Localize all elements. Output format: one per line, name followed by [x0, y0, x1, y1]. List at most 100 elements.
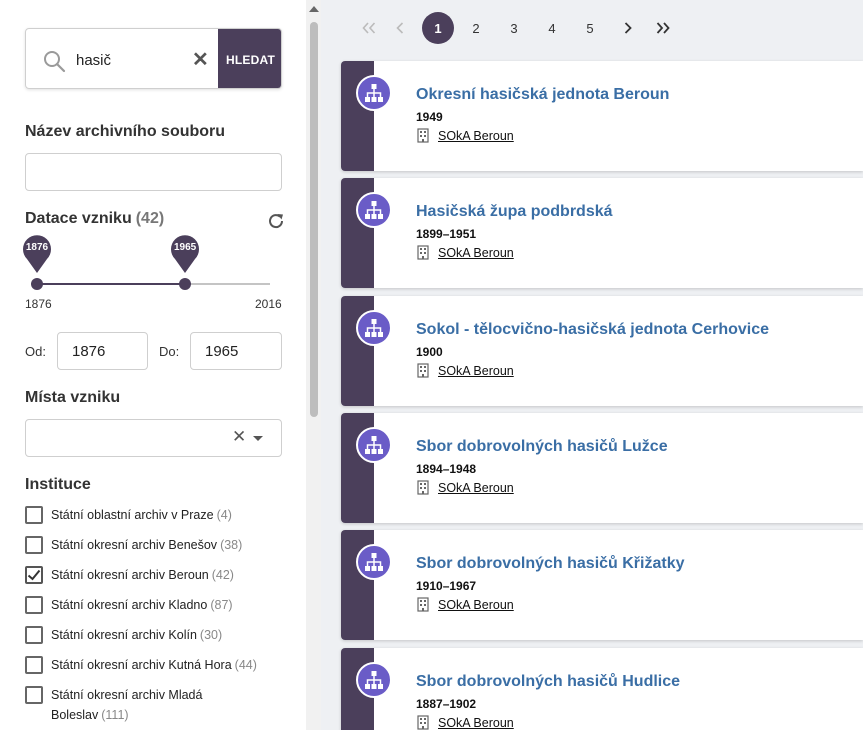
institution-link[interactable]: SOkA Beroun [438, 716, 514, 730]
institution-checkbox-row[interactable]: Státní okresní archiv Mladá Boleslav (111… [25, 686, 261, 725]
result-card[interactable]: Hasičská župa podbrdská 1899–1951 SOkA Ber… [341, 178, 863, 288]
result-title-link[interactable]: Sbor dobrovolných hasičů Lužce [416, 438, 668, 456]
search-input[interactable] [76, 47, 186, 73]
result-title-link[interactable]: Sokol - tělocvično-hasičská jednota Cerh… [416, 321, 769, 339]
clear-select-icon[interactable]: ✕ [232, 428, 246, 446]
institution-text: Státní oblastní archiv v Praze (4) [51, 505, 261, 525]
dating-title-text: Datace vzniku [25, 210, 132, 227]
result-title-link[interactable]: Sbor dobrovolných hasičů Křižatky [416, 555, 685, 573]
institution-label: Státní okresní archiv Beroun [51, 568, 209, 582]
institution-count: (4) [216, 508, 232, 522]
institution-checkbox-row[interactable]: Státní okresní archiv Benešov (38) [25, 536, 261, 555]
dating-count: (42) [135, 210, 165, 227]
slider-from-handle[interactable] [31, 278, 43, 290]
institution-link[interactable]: SOkA Beroun [438, 598, 514, 612]
result-title-link[interactable]: Sbor dobrovolných hasičů Hudlice [416, 673, 680, 691]
last-page-icon[interactable] [647, 12, 679, 44]
first-page-icon[interactable] [353, 12, 385, 44]
institution-count: (111) [101, 708, 129, 722]
checkbox-unchecked[interactable] [25, 536, 43, 554]
result-institution: SOkA Beroun [416, 363, 514, 378]
to-year-input[interactable] [190, 332, 282, 370]
building-icon [417, 480, 429, 495]
slider-from-pin-label: 1876 [25, 242, 49, 253]
places-filter-title: Místa vzniku [25, 389, 121, 406]
building-icon [417, 128, 429, 143]
result-institution: SOkA Beroun [416, 128, 514, 143]
hierarchy-icon [356, 310, 392, 346]
filter-sidebar: ✕ HLEDAT Název archivního souboru Datace… [0, 0, 321, 730]
result-card[interactable]: Sbor dobrovolných hasičů Lužce 1894–1948 S… [341, 413, 863, 523]
result-card[interactable]: Okresní hasičská jednota Beroun 1949 SOkA … [341, 61, 863, 171]
institution-label: Státní okresní archiv Benešov [51, 538, 218, 552]
chevron-down-icon[interactable] [253, 436, 263, 441]
page-5-button[interactable]: 5 [574, 12, 606, 44]
next-page-icon[interactable] [612, 12, 644, 44]
scroll-up-arrow-icon[interactable] [309, 6, 319, 12]
slider-to-pin-label: 1965 [173, 242, 197, 253]
result-title-link[interactable]: Hasičská župa podbrdská [416, 203, 613, 221]
slider-to-pin [171, 235, 200, 273]
page-4-button[interactable]: 4 [536, 12, 568, 44]
result-institution: SOkA Beroun [416, 480, 514, 495]
page-3-button[interactable]: 3 [498, 12, 530, 44]
institution-link[interactable]: SOkA Beroun [438, 246, 514, 260]
institution-checkbox-row[interactable]: Státní okresní archiv Kolín (30) [25, 625, 261, 645]
checkbox-unchecked[interactable] [25, 626, 43, 644]
checkbox-unchecked[interactable] [25, 686, 43, 704]
institution-count: (42) [211, 568, 234, 582]
result-card[interactable]: Sbor dobrovolných hasičů Křižatky 1910–19… [341, 530, 863, 640]
institution-label: Státní okresní archiv Kutná Hora [51, 658, 232, 672]
result-card[interactable]: Sokol - tělocvično-hasičská jednota Cerh… [341, 296, 863, 406]
building-icon [417, 715, 429, 730]
clear-search-icon[interactable]: ✕ [192, 50, 209, 70]
result-institution: SOkA Beroun [416, 715, 514, 730]
search-button[interactable]: HLEDAT [218, 29, 281, 88]
slider-max-label: 2016 [255, 297, 282, 311]
checkbox-unchecked[interactable] [25, 596, 43, 614]
page-2-button[interactable]: 2 [460, 12, 492, 44]
result-title-link[interactable]: Okresní hasičská jednota Beroun [416, 86, 669, 104]
institution-text: Státní okresní archiv Kutná Hora (44) [51, 655, 261, 675]
places-select[interactable]: ✕ [25, 419, 282, 457]
checkbox-checked[interactable] [25, 566, 43, 584]
sidebar-scrollbar[interactable] [306, 0, 321, 730]
result-date: 1910–1967 [416, 579, 477, 593]
page-1-button[interactable]: 1 [422, 12, 454, 44]
from-year-input[interactable] [57, 332, 148, 370]
building-icon [417, 245, 429, 260]
slider-range-fill [37, 283, 186, 285]
institution-link[interactable]: SOkA Beroun [438, 364, 514, 378]
search-box: ✕ HLEDAT [25, 28, 282, 89]
institution-text: Státní okresní archiv Kolín (30) [51, 625, 261, 645]
result-institution: SOkA Beroun [416, 245, 514, 260]
prev-page-icon[interactable] [384, 12, 416, 44]
from-label: Od: [25, 344, 46, 359]
slider-min-label: 1876 [25, 297, 52, 311]
institution-count: (30) [199, 628, 223, 642]
result-card[interactable]: Sbor dobrovolných hasičů Hudlice 1887–190… [341, 648, 863, 730]
institution-text: Státní okresní archiv Kladno (87) [51, 595, 261, 615]
checkbox-unchecked[interactable] [25, 656, 43, 674]
result-date: 1900 [416, 345, 443, 359]
hierarchy-icon [356, 427, 392, 463]
name-filter-input[interactable] [25, 153, 282, 191]
institution-checkbox-row[interactable]: Státní okresní archiv Beroun (42) [25, 565, 261, 585]
institution-checkbox-row[interactable]: Státní okresní archiv Kladno (87) [25, 595, 261, 615]
result-date: 1887–1902 [416, 697, 477, 711]
institution-checkbox-row[interactable]: Státní okresní archiv Kutná Hora (44) [25, 655, 261, 675]
institution-link[interactable]: SOkA Beroun [438, 481, 514, 495]
institution-label: Státní oblastní archiv v Praze [51, 508, 214, 522]
slider-to-handle[interactable] [179, 278, 192, 290]
checkbox-unchecked[interactable] [25, 506, 43, 524]
refresh-icon[interactable] [266, 211, 286, 231]
institution-checkbox-row[interactable]: Státní oblastní archiv v Praze (4) [25, 505, 261, 525]
scroll-thumb[interactable] [310, 22, 318, 417]
hierarchy-icon [356, 544, 392, 580]
slider-from-pin [23, 235, 51, 273]
hierarchy-icon [356, 75, 392, 111]
result-date: 1949 [416, 110, 443, 124]
result-date: 1899–1951 [416, 227, 477, 241]
institution-link[interactable]: SOkA Beroun [438, 129, 514, 143]
institution-text: Státní okresní archiv Beroun (42) [51, 565, 261, 585]
